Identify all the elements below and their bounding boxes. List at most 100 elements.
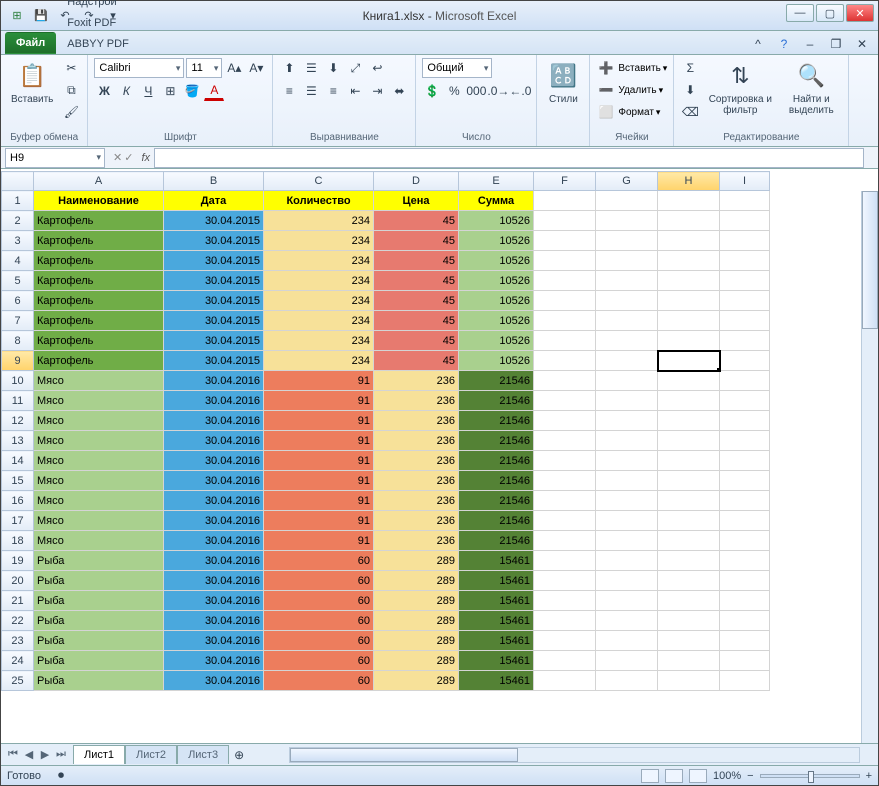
cell[interactable]	[534, 451, 596, 471]
row-header-12[interactable]: 12	[2, 411, 34, 431]
tab-foxit pdf[interactable]: Foxit PDF	[58, 12, 138, 33]
cell[interactable]	[658, 651, 720, 671]
row-header-1[interactable]: 1	[2, 191, 34, 211]
cell[interactable]	[534, 211, 596, 231]
cell[interactable]	[596, 311, 658, 331]
cell[interactable]: 234	[264, 351, 374, 371]
cell[interactable]	[596, 571, 658, 591]
col-header-F[interactable]: F	[534, 172, 596, 191]
cell[interactable]	[596, 491, 658, 511]
cell[interactable]	[534, 251, 596, 271]
row-header-17[interactable]: 17	[2, 511, 34, 531]
cell[interactable]: 91	[264, 511, 374, 531]
cell[interactable]: 21546	[459, 411, 534, 431]
zoom-out-button[interactable]: −	[747, 770, 753, 782]
cell[interactable]	[658, 191, 720, 211]
cell[interactable]: 45	[374, 291, 459, 311]
close-button[interactable]: ✕	[846, 4, 874, 22]
cell[interactable]: 30.04.2016	[164, 671, 264, 691]
cell[interactable]: 30.04.2016	[164, 631, 264, 651]
cell[interactable]: 10526	[459, 271, 534, 291]
cell[interactable]: 236	[374, 491, 459, 511]
cell[interactable]	[720, 351, 770, 371]
comma-icon[interactable]: 000	[466, 81, 486, 101]
cell[interactable]	[658, 451, 720, 471]
cell[interactable]: 45	[374, 271, 459, 291]
cell[interactable]: Мясо	[34, 491, 164, 511]
tab-file[interactable]: Файл	[5, 32, 56, 54]
cell[interactable]	[720, 331, 770, 351]
table-header-cell[interactable]: Количество	[264, 191, 374, 211]
cell[interactable]	[658, 671, 720, 691]
row-header-24[interactable]: 24	[2, 651, 34, 671]
sort-filter-button[interactable]: ⇅ Сортировка и фильтр	[704, 58, 776, 118]
cell[interactable]: 60	[264, 671, 374, 691]
cell[interactable]	[534, 411, 596, 431]
maximize-button[interactable]: ▢	[816, 4, 844, 22]
cell[interactable]: 21546	[459, 431, 534, 451]
cell[interactable]	[596, 471, 658, 491]
cell[interactable]: 91	[264, 431, 374, 451]
cell[interactable]: 45	[374, 311, 459, 331]
cell[interactable]	[596, 351, 658, 371]
cell[interactable]	[658, 471, 720, 491]
cell[interactable]: 234	[264, 231, 374, 251]
orientation-icon[interactable]: ⤢	[345, 58, 365, 78]
vertical-scrollbar[interactable]	[861, 191, 878, 743]
cell[interactable]: 45	[374, 251, 459, 271]
cell[interactable]: Картофель	[34, 311, 164, 331]
cell[interactable]: 91	[264, 371, 374, 391]
italic-button[interactable]: К	[116, 81, 136, 101]
cell[interactable]: 236	[374, 451, 459, 471]
cell[interactable]: Мясо	[34, 391, 164, 411]
cell[interactable]: 91	[264, 411, 374, 431]
cell[interactable]	[534, 331, 596, 351]
row-header-19[interactable]: 19	[2, 551, 34, 571]
cell[interactable]: 30.04.2015	[164, 231, 264, 251]
cell[interactable]	[658, 231, 720, 251]
cell[interactable]	[720, 671, 770, 691]
cell[interactable]	[596, 591, 658, 611]
cell[interactable]: 236	[374, 511, 459, 531]
table-header-cell[interactable]: Цена	[374, 191, 459, 211]
cell[interactable]: Мясо	[34, 471, 164, 491]
cell[interactable]: Мясо	[34, 451, 164, 471]
cell[interactable]: 45	[374, 231, 459, 251]
cell[interactable]: 15461	[459, 591, 534, 611]
cell[interactable]: 30.04.2015	[164, 211, 264, 231]
cell[interactable]: Мясо	[34, 511, 164, 531]
border-button[interactable]: ⊞	[160, 81, 180, 101]
cell[interactable]	[596, 671, 658, 691]
sheet-nav-last-icon[interactable]: ⏭	[53, 748, 69, 761]
autosum-icon[interactable]: Σ	[680, 58, 700, 78]
decrease-indent-icon[interactable]: ⇤	[345, 81, 365, 101]
cell[interactable]	[534, 271, 596, 291]
cell[interactable]: 15461	[459, 631, 534, 651]
cell[interactable]: 15461	[459, 571, 534, 591]
cell[interactable]: 21546	[459, 371, 534, 391]
cell[interactable]	[720, 391, 770, 411]
col-header-D[interactable]: D	[374, 172, 459, 191]
cell[interactable]: Картофель	[34, 251, 164, 271]
table-header-cell[interactable]: Наименование	[34, 191, 164, 211]
formula-input[interactable]	[154, 148, 864, 168]
cell[interactable]	[534, 491, 596, 511]
increase-decimal-icon[interactable]: .0→	[488, 81, 508, 101]
currency-icon[interactable]: 💲	[422, 81, 442, 101]
cell[interactable]	[658, 331, 720, 351]
row-header-11[interactable]: 11	[2, 391, 34, 411]
cell[interactable]: Картофель	[34, 351, 164, 371]
cell[interactable]: Картофель	[34, 271, 164, 291]
cell[interactable]: 30.04.2016	[164, 431, 264, 451]
sheet-tab-1[interactable]: Лист1	[73, 745, 125, 764]
cell[interactable]: 234	[264, 311, 374, 331]
cell[interactable]: 91	[264, 391, 374, 411]
cell[interactable]: Картофель	[34, 211, 164, 231]
cell[interactable]: 30.04.2016	[164, 371, 264, 391]
cell[interactable]	[596, 531, 658, 551]
cell[interactable]: 91	[264, 451, 374, 471]
cell[interactable]: 15461	[459, 651, 534, 671]
cell[interactable]: Картофель	[34, 231, 164, 251]
cell[interactable]: 10526	[459, 311, 534, 331]
row-header-9[interactable]: 9	[2, 351, 34, 371]
